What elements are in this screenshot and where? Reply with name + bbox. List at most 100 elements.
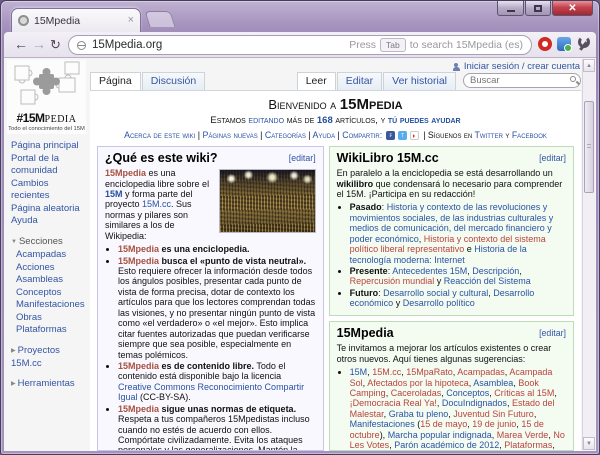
wiki-link[interactable]: Marcha popular indignada bbox=[388, 430, 492, 440]
sidebar-section-link[interactable]: Obras bbox=[16, 312, 88, 325]
tab-leer[interactable]: Leer bbox=[296, 72, 336, 90]
wiki-link[interactable]: Descripción bbox=[472, 266, 519, 276]
bullet-item: Pasado: Historia y contexto de las revol… bbox=[350, 202, 566, 265]
url-text[interactable]: 15Mpedia.org bbox=[92, 39, 349, 51]
wiki-link[interactable]: Facebook bbox=[512, 130, 547, 140]
scrollbar-thumb[interactable] bbox=[584, 101, 594, 193]
red-link[interactable]: 15Mpedia bbox=[105, 168, 146, 178]
wiki-link[interactable]: Reacción del Sistema bbox=[444, 276, 531, 286]
red-link[interactable]: Críticas al 15M bbox=[494, 388, 554, 398]
back-button[interactable]: ← bbox=[14, 35, 28, 54]
mpedia-title: [editar] 15Mpedia bbox=[336, 325, 566, 340]
search-icon[interactable] bbox=[570, 76, 576, 82]
sidebar-section-links: Acampadas Acciones Asambleas Conceptos Manif… bbox=[11, 249, 88, 337]
wiki-link[interactable]: Ayuda bbox=[313, 130, 336, 140]
twitter-icon[interactable]: t bbox=[398, 131, 408, 140]
red-link[interactable]: 15M.cc bbox=[372, 367, 401, 377]
wiki-link[interactable]: Páginas nuevas bbox=[203, 130, 258, 140]
facebook-icon[interactable]: f bbox=[386, 131, 396, 140]
edit-link[interactable]: [editar] bbox=[539, 153, 566, 163]
wiki-link[interactable]: Conceptos bbox=[446, 388, 489, 398]
red-link[interactable]: Acampadas bbox=[457, 367, 505, 377]
forward-button[interactable]: → bbox=[32, 35, 46, 54]
wiki-link[interactable]: 15M bbox=[105, 189, 123, 199]
wiki-link[interactable]: Desarrollo social y cultural bbox=[383, 288, 488, 298]
sidebar-section-link[interactable]: Asambleas bbox=[16, 274, 88, 287]
close-window-button[interactable]: ✕ bbox=[552, 1, 593, 16]
red-link[interactable]: Plataformas bbox=[504, 440, 552, 449]
sidebar-nav-link[interactable]: Cambios recientes bbox=[11, 178, 88, 203]
maximize-button[interactable] bbox=[525, 1, 551, 16]
wiki-link[interactable]: Manifestaciones bbox=[350, 419, 415, 429]
wiki-link[interactable]: Twitter bbox=[475, 130, 503, 140]
wiki-link[interactable]: 168 bbox=[317, 115, 333, 126]
red-link[interactable]: 15MpaRato bbox=[406, 367, 453, 377]
red-link[interactable]: Juventud Sin Futuro bbox=[453, 409, 534, 419]
minimize-button[interactable] bbox=[497, 1, 524, 16]
red-link[interactable]: 15Mpedia bbox=[118, 404, 159, 414]
red-link[interactable]: 19 de junio bbox=[472, 419, 516, 429]
sidebar-nav-link[interactable]: Página principal bbox=[11, 140, 88, 153]
wiki-logo[interactable]: #15MPEDIA Todo el conocimiento del 15M bbox=[7, 60, 86, 134]
share-icon[interactable] bbox=[410, 131, 420, 140]
tab-pagina[interactable]: Página bbox=[90, 72, 141, 90]
wiki-link[interactable]: Graba tu pleno bbox=[389, 409, 449, 419]
edit-link[interactable]: [editar] bbox=[539, 328, 566, 338]
text-run: Presente bbox=[349, 266, 388, 277]
tab-close-icon[interactable]: × bbox=[128, 15, 134, 26]
sidebar-nav-link[interactable]: Página aleatoria bbox=[11, 203, 88, 216]
red-circle-extension-icon[interactable] bbox=[538, 37, 552, 51]
sidebar-section-link[interactable]: Conceptos bbox=[16, 287, 88, 300]
hint-suffix: to search 15Mpedia (es) bbox=[409, 39, 523, 51]
page-scrollbar[interactable]: ▲ ▼ bbox=[582, 59, 595, 450]
wiki-link[interactable]: tú puedes ayudar bbox=[388, 115, 461, 126]
herramientas-heading-label: Herramientas bbox=[17, 378, 75, 390]
edit-link[interactable]: [editar] bbox=[289, 153, 316, 163]
sidebar-section-link[interactable]: Plataformas bbox=[16, 324, 88, 337]
wrench-menu-icon[interactable] bbox=[576, 36, 590, 52]
wiki-link[interactable]: Antecedentes 15M bbox=[392, 266, 467, 276]
sidebar-nav-link[interactable]: Ayuda bbox=[11, 215, 88, 228]
new-tab-button[interactable] bbox=[144, 11, 176, 27]
text-run: Pasado bbox=[349, 202, 382, 213]
wiki-link[interactable]: Acerca de este wiki bbox=[124, 130, 195, 140]
sidebar-heading-herramientas[interactable]: ▶ Herramientas bbox=[11, 378, 88, 391]
sidebar-nav-link[interactable]: Portal de la comunidad bbox=[11, 153, 88, 178]
red-link[interactable]: 15Mpedia bbox=[118, 256, 159, 266]
red-link[interactable]: Caceroladas bbox=[391, 388, 442, 398]
red-link[interactable]: 15 de mayo bbox=[420, 419, 467, 429]
wiki-link[interactable]: Asamblea bbox=[473, 378, 513, 388]
red-link[interactable]: Afectados por la hipoteca bbox=[367, 378, 469, 388]
red-link[interactable]: Repercusión mundial bbox=[350, 276, 435, 286]
wiki-search-input[interactable] bbox=[463, 73, 581, 88]
sidebar-heading-proyectos[interactable]: ▶ Proyectos 15M.cc bbox=[11, 345, 88, 370]
red-link[interactable]: Marea Verde bbox=[497, 430, 549, 440]
address-bar[interactable]: 15Mpedia.org Press Tab to search 15Mpedi… bbox=[68, 35, 532, 55]
wiki-link[interactable]: Categorías bbox=[265, 130, 306, 140]
browser-tab[interactable]: 15Mpedia × bbox=[11, 8, 141, 32]
scroll-up-icon[interactable]: ▲ bbox=[583, 59, 595, 72]
wiki-link[interactable]: Desarrollo político bbox=[403, 298, 475, 308]
reload-button[interactable]: ↻ bbox=[50, 35, 61, 54]
tab-ver-historial[interactable]: Ver historial bbox=[383, 72, 456, 90]
sidebar-section-link[interactable]: Acciones bbox=[16, 262, 88, 275]
sidebar-section-link[interactable]: Acampadas bbox=[16, 249, 88, 262]
wiki-link[interactable]: 15M.cc bbox=[142, 199, 171, 209]
wiki-link[interactable]: editando bbox=[248, 115, 284, 126]
scroll-down-icon[interactable]: ▼ bbox=[583, 437, 595, 450]
red-link[interactable]: 15Mpedia bbox=[118, 244, 159, 254]
sections-heading-label: Secciones bbox=[18, 235, 63, 247]
red-link[interactable]: ¡Democracia Real Ya! bbox=[350, 398, 437, 408]
red-link[interactable]: 15Mpedia bbox=[118, 361, 159, 371]
wiki-link[interactable]: 15M bbox=[350, 367, 368, 377]
chevron-down-icon: ▼ bbox=[11, 238, 17, 245]
tab-discusion[interactable]: Discusión bbox=[141, 72, 206, 90]
wiki-link[interactable]: DocuIndignados bbox=[442, 398, 507, 408]
wiki-link[interactable]: Parón académico de 2012 bbox=[394, 440, 499, 449]
wiki-link[interactable]: Compartir: bbox=[342, 130, 382, 140]
blue-extension-icon[interactable] bbox=[557, 37, 572, 52]
acampada-sol-photo[interactable] bbox=[218, 169, 316, 234]
sidebar-heading-secciones[interactable]: ▼ Secciones bbox=[11, 236, 88, 249]
sidebar-section-link[interactable]: Manifestaciones bbox=[16, 299, 88, 312]
tab-editar[interactable]: Editar bbox=[336, 72, 383, 90]
